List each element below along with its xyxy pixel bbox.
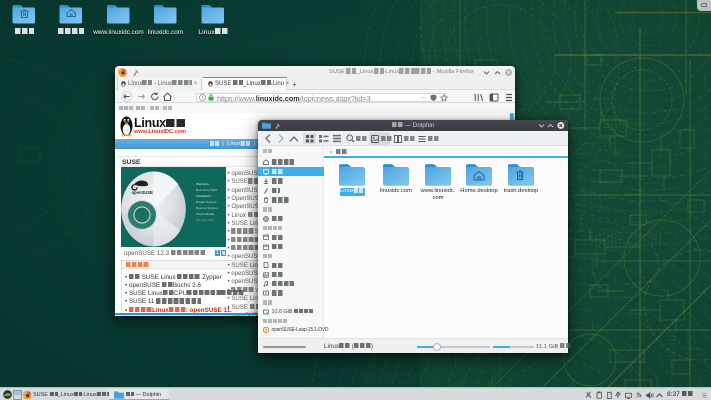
svg-text:Memory Test: Memory Test (196, 218, 214, 222)
svg-text:Installation: Installation (196, 194, 211, 198)
svg-text:Rescue System: Rescue System (196, 206, 218, 210)
svg-text:openSUSE: openSUSE (132, 190, 154, 195)
svg-text:Boot from Hard: Boot from Hard (196, 188, 217, 192)
svg-text:Welcome: Welcome (196, 182, 209, 186)
svg-text:Repair System: Repair System (196, 200, 217, 204)
svg-text:Check Media: Check Media (196, 212, 214, 216)
